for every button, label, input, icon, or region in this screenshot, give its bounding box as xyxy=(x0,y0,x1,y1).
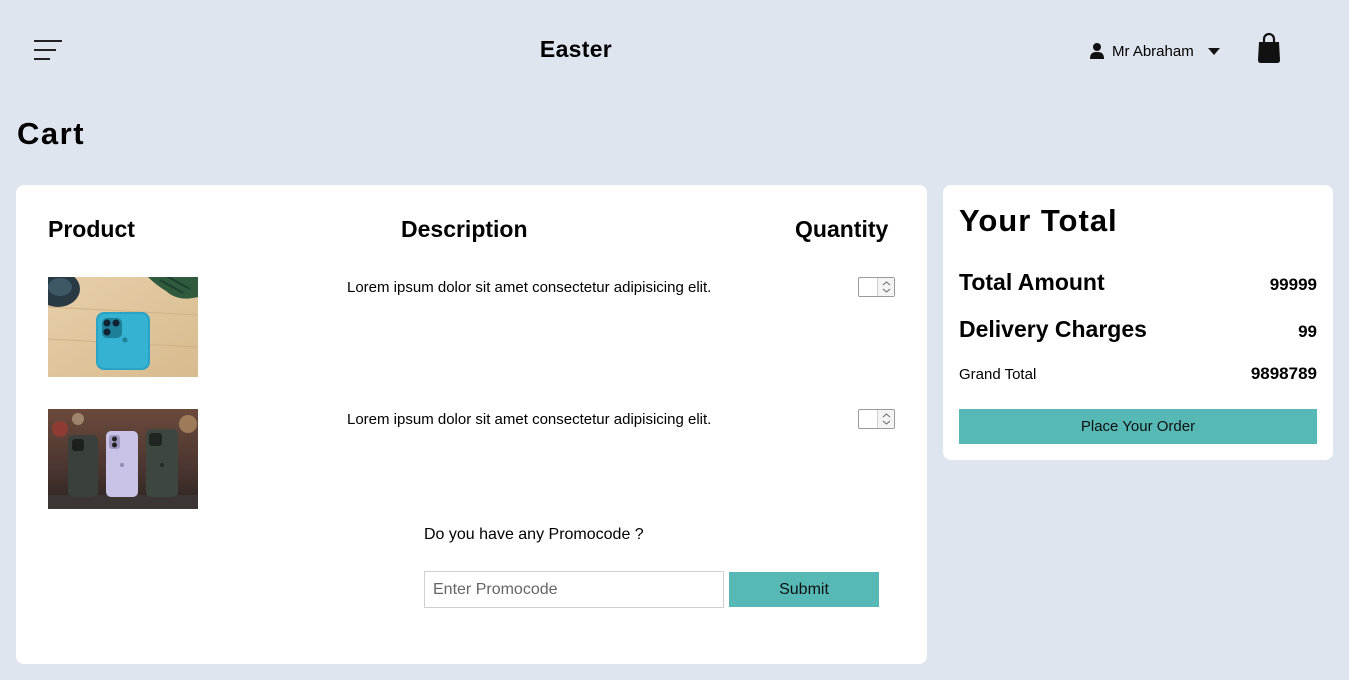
promocode-question: Do you have any Promocode ? xyxy=(424,526,644,543)
item-description: Lorem ipsum dolor sit amet consectetur a… xyxy=(347,411,712,428)
grand-total-row: Grand Total 9898789 xyxy=(959,364,1317,384)
user-menu[interactable]: Mr Abraham xyxy=(1090,40,1220,62)
place-order-button[interactable]: Place Your Order xyxy=(959,409,1317,444)
delivery-charges-row: Delivery Charges 99 xyxy=(959,316,1317,343)
total-amount-row: Total Amount 99999 xyxy=(959,269,1317,296)
cart-item-row: Lorem ipsum dolor sit amet consectetur a… xyxy=(16,409,927,509)
column-header-description: Description xyxy=(401,216,528,242)
delivery-charges-value: 99 xyxy=(1298,322,1317,341)
cart-item-row: Lorem ipsum dolor sit amet consectetur a… xyxy=(16,277,927,377)
chevron-down-icon xyxy=(1207,47,1220,55)
item-description: Lorem ipsum dolor sit amet consectetur a… xyxy=(347,279,712,296)
delivery-charges-label: Delivery Charges xyxy=(959,316,1147,342)
top-navbar: Easter Mr Abraham xyxy=(0,0,1349,100)
total-amount-value: 99999 xyxy=(1269,275,1317,294)
brand-title[interactable]: Easter xyxy=(0,36,1152,63)
page-title: Cart xyxy=(17,116,86,151)
order-summary-panel: Your Total Total Amount 99999 Delivery C… xyxy=(943,185,1333,460)
grand-total-value: 9898789 xyxy=(1250,364,1317,383)
stepper-arrows-icon[interactable] xyxy=(877,410,894,428)
total-amount-label: Total Amount xyxy=(959,269,1105,295)
product-image xyxy=(48,409,198,509)
product-image xyxy=(48,277,198,377)
quantity-stepper[interactable] xyxy=(858,409,895,429)
quantity-stepper[interactable] xyxy=(858,277,895,297)
user-name: Mr Abraham xyxy=(1112,42,1194,60)
grand-total-label: Grand Total xyxy=(959,366,1037,383)
user-icon xyxy=(1090,43,1104,59)
stepper-arrows-icon[interactable] xyxy=(877,278,894,296)
cart-panel: Product Description Quantity Lorem ipsum… xyxy=(16,185,927,664)
column-header-product: Product xyxy=(48,216,135,242)
summary-title: Your Total xyxy=(959,203,1118,238)
promocode-submit-button[interactable]: Submit xyxy=(729,572,879,607)
shopping-bag-icon[interactable] xyxy=(1256,32,1282,64)
column-header-quantity: Quantity xyxy=(795,216,889,242)
promocode-input[interactable] xyxy=(424,571,724,608)
